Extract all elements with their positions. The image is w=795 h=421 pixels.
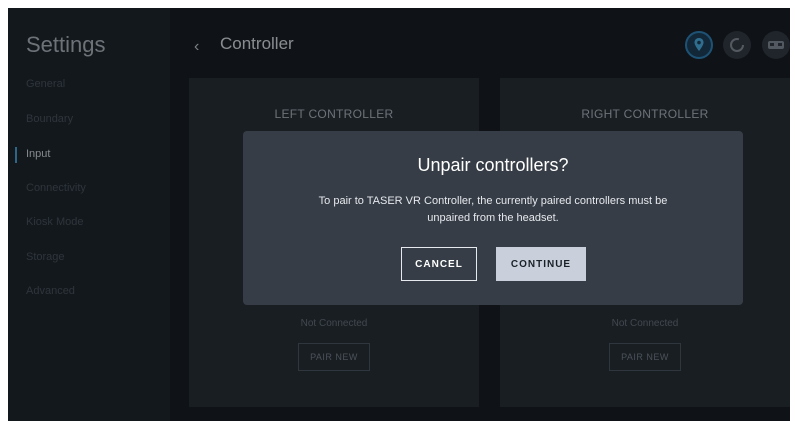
app-window: Settings General Boundary Input Connecti… (8, 8, 790, 421)
dialog-title: Unpair controllers? (417, 155, 569, 175)
dialog-message: To pair to TASER VR Controller, the curr… (318, 195, 668, 224)
continue-button[interactable]: CONTINUE (496, 247, 586, 281)
unpair-dialog: Unpair controllers? To pair to TASER VR … (243, 131, 743, 305)
cancel-button[interactable]: CANCEL (401, 247, 477, 281)
